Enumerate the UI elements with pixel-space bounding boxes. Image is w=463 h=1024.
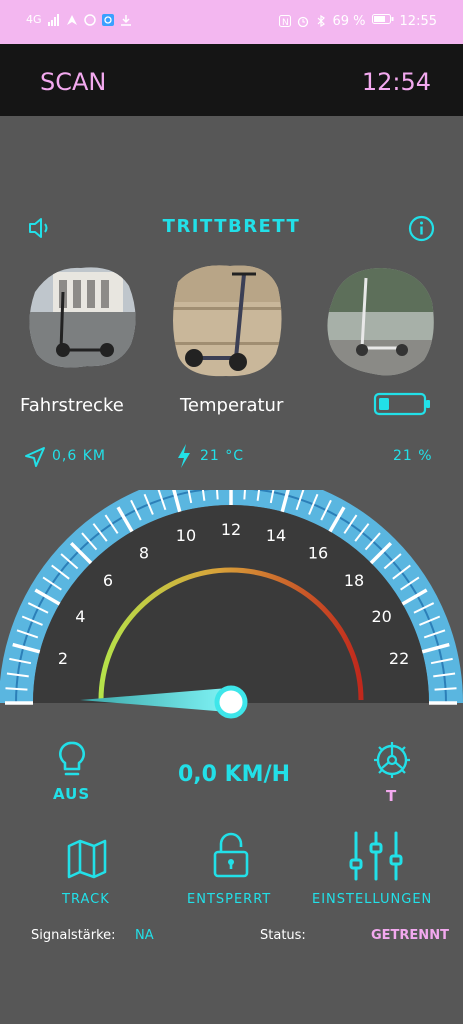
signal-value: NA bbox=[135, 928, 154, 943]
battery-level-icon bbox=[373, 392, 433, 420]
gauge-tick-label: 8 bbox=[139, 543, 149, 562]
map-icon[interactable] bbox=[66, 838, 108, 884]
ride-mode-label: T bbox=[386, 787, 398, 805]
app-top-bar: SCAN 12:54 bbox=[0, 44, 463, 116]
search-app-icon bbox=[101, 13, 114, 26]
gauge-tick-label: 20 bbox=[372, 607, 392, 626]
alarm-icon bbox=[297, 15, 309, 28]
system-status-bar: 4G N 69 % 12:55 bbox=[0, 0, 463, 44]
gear-mode-icon[interactable] bbox=[370, 738, 414, 786]
sliders-icon[interactable] bbox=[349, 830, 403, 886]
nav-arrow-icon bbox=[66, 14, 78, 26]
signal-label: Signalstärke: bbox=[31, 928, 116, 943]
whatsapp-icon bbox=[83, 13, 96, 26]
gauge-tick-label: 10 bbox=[176, 526, 196, 545]
status-right-icons: N 69 % 12:55 bbox=[278, 13, 437, 29]
gauge-tick-label: 22 bbox=[389, 649, 409, 668]
system-clock: 12:55 bbox=[399, 13, 437, 29]
track-button[interactable]: TRACK bbox=[62, 892, 110, 907]
signal-icon bbox=[47, 13, 60, 26]
lock-status-button[interactable]: ENTSPERRT bbox=[187, 892, 271, 907]
gauge-tick-label: 16 bbox=[308, 543, 328, 562]
unlock-icon[interactable] bbox=[212, 832, 250, 884]
app-clock: 12:54 bbox=[361, 68, 431, 96]
scooter-photo-3 bbox=[322, 262, 436, 382]
download-icon bbox=[120, 14, 132, 26]
status-label: Status: bbox=[260, 928, 306, 943]
network-indicator: 4G bbox=[26, 13, 42, 26]
battery-percent: 69 % bbox=[332, 13, 366, 29]
location-arrow-icon bbox=[24, 446, 46, 472]
light-status-label: AUS bbox=[53, 785, 91, 803]
scan-button[interactable]: SCAN bbox=[40, 68, 106, 96]
gauge-tick-label: 18 bbox=[344, 571, 364, 590]
svg-text:N: N bbox=[282, 18, 289, 27]
info-icon[interactable] bbox=[408, 215, 435, 246]
card-label-temperature: Temperatur bbox=[180, 395, 284, 416]
card-label-distance: Fahrstrecke bbox=[20, 395, 124, 416]
gauge-tick-label: 2 bbox=[58, 649, 68, 668]
gauge-tick-label: 6 bbox=[103, 571, 113, 590]
scooter-photo-2 bbox=[170, 262, 284, 382]
battery-value: 21 % bbox=[393, 448, 433, 464]
temperature-value: 21 °C bbox=[200, 448, 245, 464]
lightbulb-icon[interactable] bbox=[55, 740, 89, 784]
speed-gauge: 2 4 6 8 10 12 14 16 18 20 22 bbox=[0, 471, 463, 730]
section-title: TRITTBRETT bbox=[162, 216, 301, 237]
gauge-tick-label: 14 bbox=[266, 526, 286, 545]
status-left-icons: 4G bbox=[26, 13, 132, 26]
battery-icon bbox=[371, 13, 394, 29]
speed-readout: 0,0 KM/H bbox=[178, 762, 291, 787]
gauge-tick-label: 12 bbox=[221, 520, 241, 539]
scooter-photo-1 bbox=[23, 262, 137, 382]
nfc-icon: N bbox=[278, 15, 291, 28]
status-value: GETRENNT bbox=[371, 928, 449, 943]
bluetooth-icon bbox=[315, 14, 327, 28]
settings-button[interactable]: EINSTELLUNGEN bbox=[312, 892, 432, 907]
lightning-icon bbox=[176, 444, 192, 472]
gauge-tick-label: 4 bbox=[75, 607, 85, 626]
gauge-needle-hub bbox=[214, 685, 248, 719]
distance-value: 0,6 KM bbox=[52, 448, 106, 464]
